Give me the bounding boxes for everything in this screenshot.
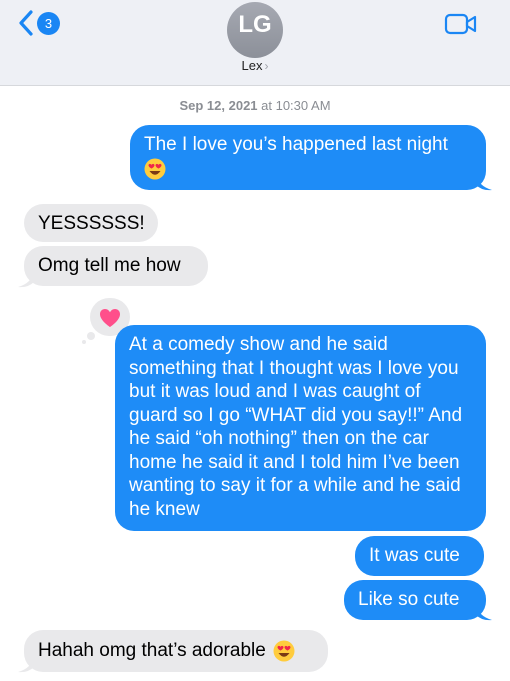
incoming-bubble-tail: [18, 656, 34, 673]
incoming-bubble-tail: [18, 271, 34, 288]
conversation-header: 3 LG Lex ›: [0, 0, 510, 86]
message-text: Hahah omg that’s adorable: [38, 640, 266, 661]
incoming-message[interactable]: Hahah omg that’s adorable: [24, 630, 328, 672]
reaction-tail-dot: [82, 340, 86, 344]
chevron-left-icon: [19, 10, 33, 36]
message-timestamp: Sep 12, 2021 at 10:30 AM: [0, 98, 510, 113]
timestamp-time: at 10:30 AM: [257, 98, 331, 113]
message-text: Omg tell me how: [38, 255, 181, 276]
contact-avatar[interactable]: LG: [227, 2, 283, 58]
message-text: The I love you’s happened last night: [144, 134, 448, 155]
outgoing-message[interactable]: The I love you’s happened last night: [130, 125, 486, 190]
heart-eyes-emoji-icon: [273, 640, 295, 662]
message-text: At a comedy show and he said something t…: [129, 334, 463, 520]
message-text: It was cute: [369, 545, 460, 566]
outgoing-message[interactable]: Like so cute: [344, 580, 486, 620]
incoming-message[interactable]: YESSSSSS!: [24, 204, 158, 242]
heart-icon: [100, 309, 120, 327]
outgoing-message[interactable]: It was cute: [355, 536, 484, 576]
unread-count-badge: 3: [37, 11, 60, 35]
outgoing-message[interactable]: At a comedy show and he said something t…: [115, 325, 486, 531]
outgoing-bubble-tail: [476, 604, 492, 621]
chevron-right-icon: ›: [264, 59, 269, 73]
timestamp-date: Sep 12, 2021: [179, 98, 258, 113]
contact-name-button[interactable]: Lex ›: [0, 58, 510, 73]
reaction-tail-dot: [87, 332, 95, 340]
heart-eyes-emoji-icon: [144, 158, 166, 180]
message-text: YESSSSSS!: [38, 213, 145, 234]
outgoing-bubble-tail: [476, 174, 492, 191]
back-button[interactable]: 3: [18, 10, 60, 36]
contact-name: Lex: [241, 58, 263, 73]
facetime-video-button[interactable]: [444, 12, 478, 41]
incoming-message[interactable]: Omg tell me how: [24, 246, 208, 286]
video-camera-icon: [444, 13, 477, 35]
message-text: Like so cute: [358, 589, 460, 610]
